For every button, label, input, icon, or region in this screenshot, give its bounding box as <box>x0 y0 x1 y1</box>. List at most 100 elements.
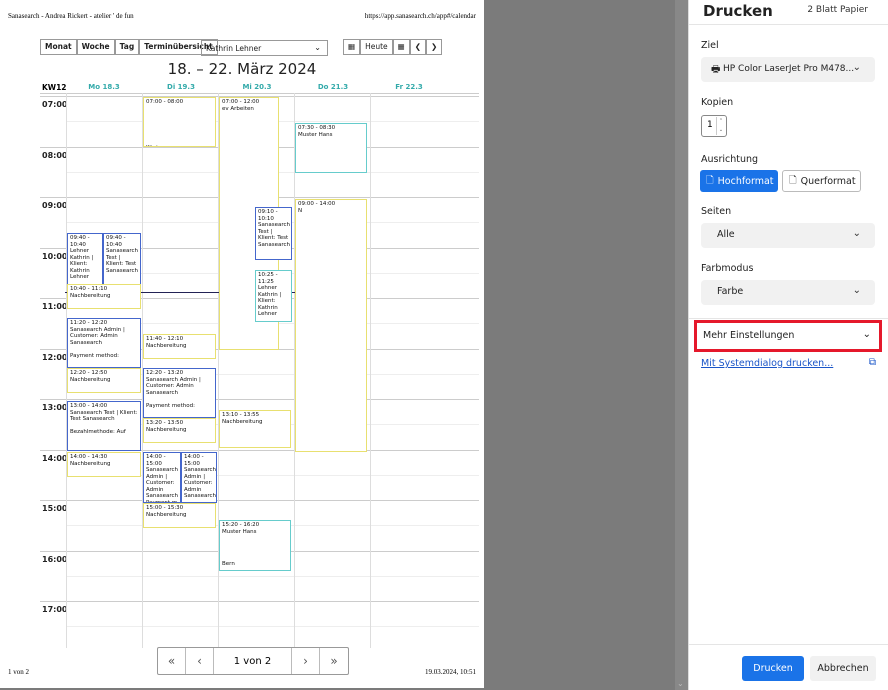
calendar-event[interactable]: 14:00 - 15:00 Sanasearch Admin | Custome… <box>143 452 181 503</box>
chevron-left-icon: ‹ <box>197 654 202 668</box>
landscape-label: Querformat <box>800 175 856 187</box>
calendar-event[interactable]: 11:40 - 12:10 Nachbereitung <box>143 334 216 359</box>
chevron-right-icon: ❯ <box>431 42 438 51</box>
calendar-event[interactable]: 13:10 - 13:55 Nachbereitung <box>219 410 291 448</box>
copies-stepper[interactable]: ⌃ ⌄ <box>716 117 725 135</box>
first-page-button[interactable]: « <box>158 648 186 674</box>
color-mode-select[interactable]: Farbe ⌄ <box>701 280 875 305</box>
calendar-event[interactable]: 13:20 - 13:50 Nachbereitung <box>143 418 216 443</box>
hour-line <box>40 601 479 602</box>
print-button[interactable]: Drucken <box>742 656 804 681</box>
printer-icon: 🖶 <box>711 64 721 75</box>
calendar-event[interactable]: 09:40 - 10:40 Sanasearch Test | Klient: … <box>103 233 141 285</box>
calendar-event[interactable]: 14:00 - 14:30 Nachbereitung <box>67 452 141 477</box>
calendar-event[interactable]: 07:00 - 08:00 Köniz <box>143 97 216 147</box>
page-header-left: Sanasearch - Andrea Rickert - atelier ' … <box>8 12 134 20</box>
view-switcher: Monat Woche Tag Terminübersicht <box>40 39 218 55</box>
page-navigator: « ‹ 1 von 2 › » <box>157 647 349 675</box>
divider <box>689 644 888 645</box>
calendar-title: 18. – 22. März 2024 <box>167 60 317 78</box>
grid-icon: ▦ <box>397 42 405 51</box>
calendar-event[interactable]: 10:25 - 11:25 Lehner Kathrin | Klient: K… <box>255 270 292 322</box>
calendar-event[interactable]: 15:00 - 15:30 Nachbereitung <box>143 503 216 528</box>
hour-label: 16:00 <box>42 554 68 564</box>
color-mode-value: Farbe <box>717 286 744 297</box>
calendar-event[interactable]: 13:00 - 14:00 Sanasearch Test | Klient: … <box>67 401 141 451</box>
hour-label: 17:00 <box>42 605 68 614</box>
calendar-event[interactable]: 09:40 - 10:40 Lehner Kathrin | Klient: K… <box>67 233 103 285</box>
landscape-icon: 🗋 <box>789 175 797 186</box>
double-chevron-left-icon: « <box>167 654 176 668</box>
pages-label: Seiten <box>701 206 732 217</box>
next-page-button[interactable]: › <box>292 648 320 674</box>
copies-value: 1 <box>707 120 713 130</box>
hour-label: 10:00 <box>42 251 68 261</box>
chevron-down-icon: ⌄ <box>852 285 861 296</box>
calendar-nav: ▦ Heute ▦ ❮ ❯ <box>343 39 443 55</box>
day-header-wed: Mi 20.3 <box>242 83 272 91</box>
preview-page: Sanasearch - Andrea Rickert - atelier ' … <box>0 0 484 688</box>
copies-label: Kopien <box>701 97 734 108</box>
hour-label: 07:00 <box>42 100 68 109</box>
more-settings-toggle[interactable]: Mehr Einstellungen ⌄ <box>694 320 882 352</box>
calendar-event[interactable]: 09:10 - 10:10 Sanasearch Test | Klient: … <box>255 207 292 260</box>
calendar-event[interactable]: 10:40 - 11:10 Nachbereitung <box>67 284 141 309</box>
person-select[interactable]: Kathrin Lehner ⌄ <box>201 40 328 56</box>
view-day-button[interactable]: Tag <box>114 39 140 55</box>
hour-label: 13:00 <box>42 403 68 412</box>
portrait-label: Hochformat <box>717 175 774 187</box>
hour-label: 11:00 <box>42 302 68 311</box>
calendar-icon-button[interactable]: ▦ <box>343 39 361 55</box>
page-footer-left: 1 von 2 <box>8 668 29 676</box>
view-week-button[interactable]: Woche <box>76 39 115 55</box>
last-page-button[interactable]: » <box>320 648 348 674</box>
hour-label: 09:00 <box>42 201 68 210</box>
hour-label: 08:00 <box>42 150 68 160</box>
page-indicator: 1 von 2 <box>214 648 292 674</box>
destination-select[interactable]: 🖶 HP Color LaserJet Pro M478... ⌄ <box>701 57 875 82</box>
week-number: KW12 <box>42 83 67 92</box>
hour-line <box>40 500 479 501</box>
grid-line <box>370 93 371 648</box>
system-dialog-link[interactable]: Mit Systemdialog drucken... <box>701 358 833 369</box>
pages-select[interactable]: Alle ⌄ <box>701 223 875 248</box>
day-header-thu: Do 21.3 <box>317 83 349 91</box>
calendar-event[interactable]: 12:20 - 13:20 Sanasearch Admin | Custome… <box>143 368 216 418</box>
external-link-icon[interactable]: ⧉ <box>869 357 876 368</box>
calendar-event[interactable]: 07:30 - 08:30 Muster Hans <box>295 123 367 173</box>
landscape-button[interactable]: 🗋 Querformat <box>782 170 861 192</box>
destination-label: Ziel <box>701 40 719 51</box>
divider <box>689 24 888 25</box>
preview-scrollbar[interactable]: ⌄ <box>675 0 688 690</box>
portrait-icon: 🗋 <box>706 175 714 186</box>
calendar-event[interactable]: 09:00 - 14:00 N <box>295 199 367 452</box>
view-month-button[interactable]: Monat <box>40 39 77 55</box>
print-settings-panel: Drucken 2 Blatt Papier Ziel 🖶 HP Color L… <box>688 0 888 690</box>
today-button[interactable]: Heute <box>360 39 393 55</box>
hour-label: 15:00 <box>42 504 68 513</box>
page-footer-right: 19.03.2024, 10:51 <box>425 668 476 676</box>
hour-label: 12:00 <box>42 352 68 362</box>
prev-week-button[interactable]: ❮ <box>409 39 427 55</box>
sheet-count: 2 Blatt Papier <box>807 5 868 15</box>
copies-input[interactable]: 1 ⌃ ⌄ <box>701 115 727 137</box>
grid-line <box>40 93 479 94</box>
cancel-button[interactable]: Abbrechen <box>810 656 876 681</box>
grid-icon-button[interactable]: ▦ <box>392 39 410 55</box>
person-select-value: Kathrin Lehner <box>206 44 262 53</box>
chevron-right-icon: › <box>303 654 308 668</box>
chevron-down-icon: ⌄ <box>862 329 871 340</box>
portrait-button[interactable]: 🗋 Hochformat <box>700 170 778 192</box>
double-chevron-right-icon: » <box>330 654 338 668</box>
prev-page-button[interactable]: ‹ <box>186 648 214 674</box>
next-week-button[interactable]: ❯ <box>426 39 443 55</box>
calendar-event[interactable]: 11:20 - 12:20 Sanasearch Admin | Custome… <box>67 318 141 368</box>
calendar-event[interactable]: 14:00 - 15:00 Sanasearch Admin | Custome… <box>181 452 217 503</box>
calendar-icon: ▦ <box>348 42 356 51</box>
calendar-event[interactable]: 12:20 - 12:50 Nachbereitung <box>67 368 141 393</box>
color-mode-label: Farbmodus <box>701 263 754 274</box>
hour-line <box>40 399 479 400</box>
day-header-mon: Mo 18.3 <box>88 83 120 91</box>
calendar-event[interactable]: 15:20 - 16:20 Muster Hans Bern <box>219 520 291 571</box>
scroll-down-icon[interactable]: ⌄ <box>677 679 684 688</box>
